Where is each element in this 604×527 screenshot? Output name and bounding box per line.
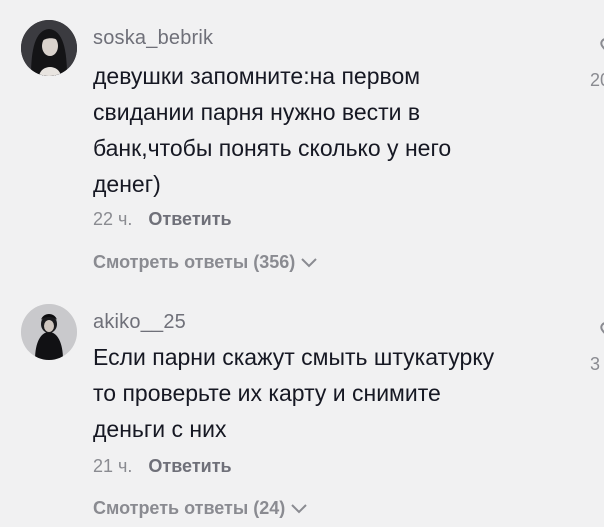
comment-meta: 21 ч. Ответить [93,456,232,477]
avatar-dark-haired-girl-icon [21,20,77,76]
view-replies-button[interactable]: Смотреть ответы (24) [93,498,307,519]
view-replies-button[interactable]: Смотреть ответы (356) [93,252,317,273]
comment-time: 22 ч. [93,209,133,229]
comment-text: Если парни скажут смыть штукатурку то пр… [93,344,495,442]
avatar-dark-figure-icon [21,304,77,360]
comment-username[interactable]: akiko__25 [93,311,186,334]
view-replies-label: Смотреть ответы (356) [93,252,296,272]
avatar[interactable] [21,304,77,360]
reply-button[interactable]: Ответить [148,456,231,477]
avatar[interactable] [21,20,77,76]
comment-text: девушки запомните:на первом свидании пар… [93,63,452,197]
chevron-down-icon [291,498,307,519]
comment-username[interactable]: soska_bebrik [93,27,213,50]
chevron-down-icon [301,252,317,273]
view-replies-label: Смотреть ответы (24) [93,498,286,518]
comment-time: 21 ч. [93,456,133,476]
like-count: 3 [590,354,601,374]
like-column[interactable]: 3 [590,322,604,382]
comment-meta: 22 ч. Ответить [93,209,232,230]
reply-button[interactable]: Ответить [148,209,231,230]
heart-icon[interactable] [600,38,604,59]
heart-icon[interactable] [600,322,604,343]
like-count: 20 [590,70,604,90]
like-column[interactable]: 20 [590,38,604,98]
